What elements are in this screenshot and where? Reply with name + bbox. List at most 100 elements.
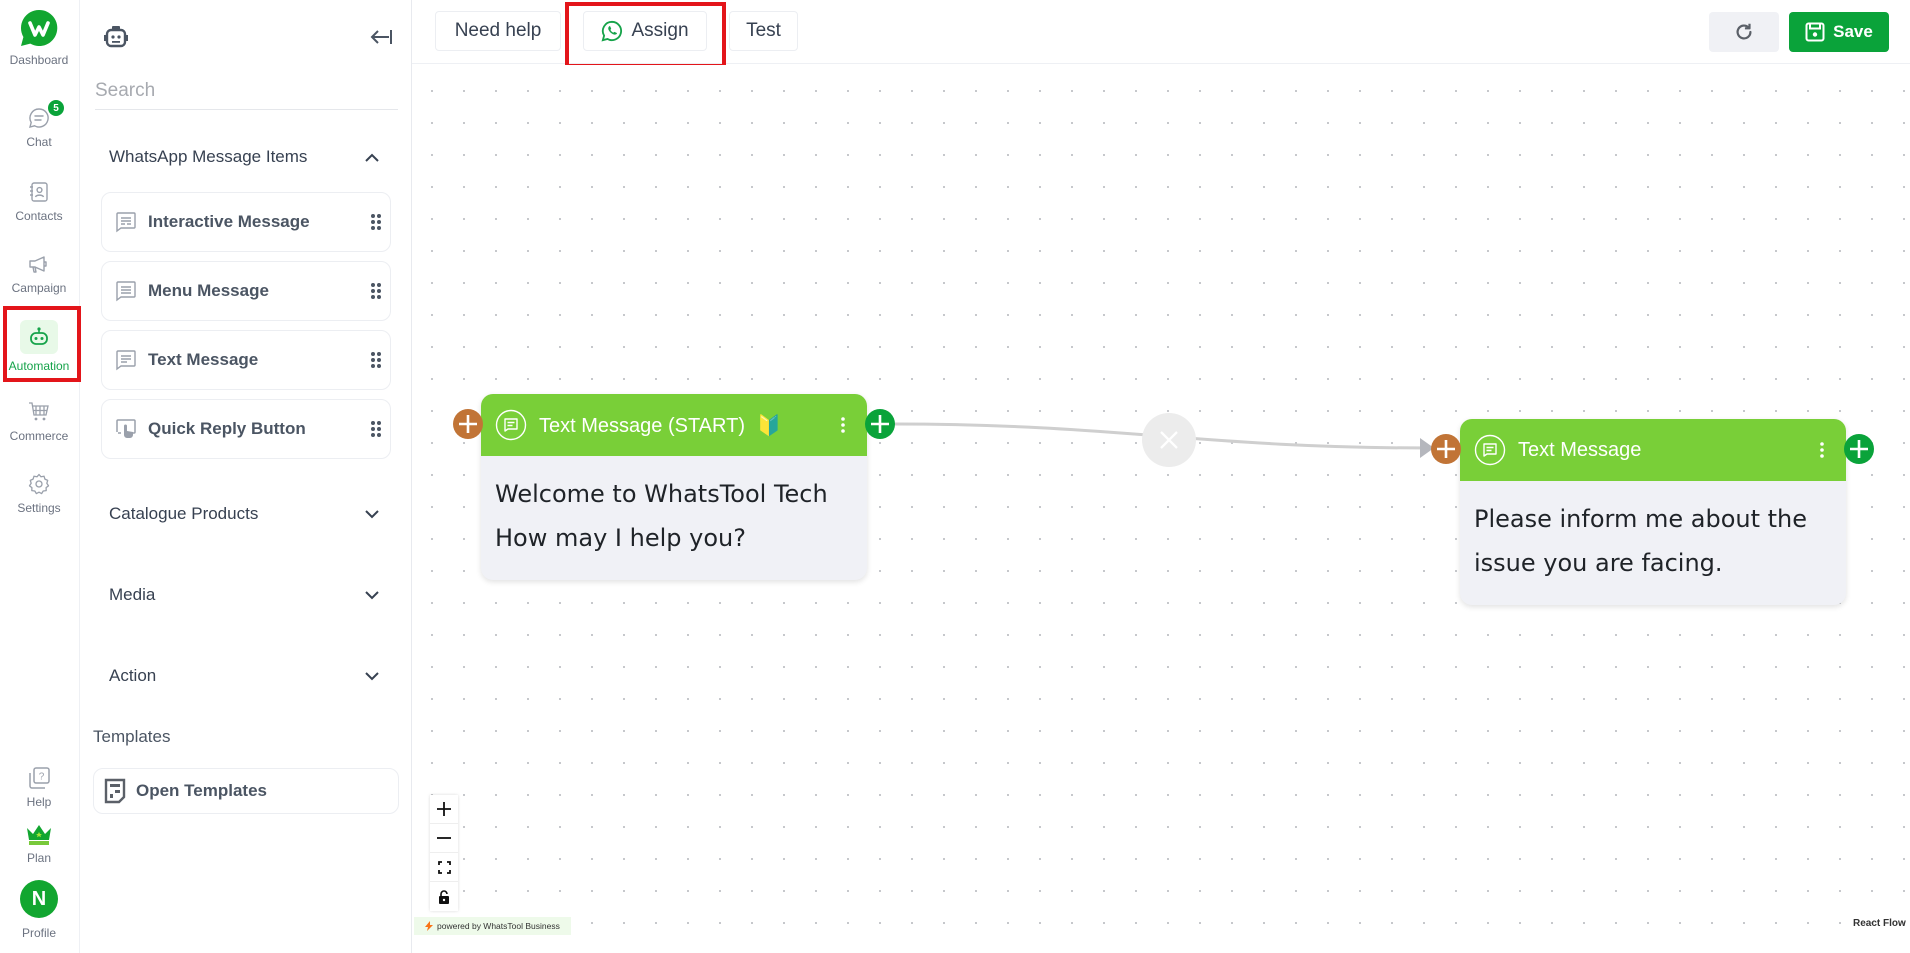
section-media[interactable]: Media (109, 580, 379, 610)
floppy-disk-icon (1805, 22, 1825, 42)
powered-by-label: powered by WhatsTool Business (414, 917, 571, 935)
save-button[interactable]: Save (1789, 12, 1889, 52)
templates-heading: Templates (93, 727, 171, 746)
canvas-controls (430, 795, 458, 911)
node-menu-button[interactable] (831, 417, 855, 433)
node-body: Welcome to WhatsTool Tech How may I help… (481, 456, 867, 580)
avatar: N (20, 880, 58, 918)
node-body-line: issue you are facing. (1474, 549, 1723, 577)
node-start-output-handle[interactable] (865, 409, 895, 439)
gear-icon (28, 473, 50, 495)
megaphone-icon (29, 256, 47, 273)
whatstool-logo-icon (20, 9, 58, 46)
start-badge-icon: 🔰 (756, 414, 782, 437)
drag-handle-icon[interactable] (370, 213, 382, 231)
react-flow-attribution[interactable]: React Flow (1853, 918, 1906, 929)
powered-by-text: powered by WhatsTool Business (437, 921, 560, 931)
flow-node-start[interactable]: Text Message (START) 🔰 Welcome to WhatsT… (481, 394, 867, 580)
palette-item-text-message[interactable]: Text Message (101, 330, 391, 390)
section-action[interactable]: Action (109, 661, 379, 691)
nav-contacts[interactable]: Contacts (0, 180, 78, 223)
node-title: Text Message (START) 🔰 (539, 413, 831, 438)
drag-handle-icon[interactable] (370, 282, 382, 300)
node-menu-button[interactable] (1810, 442, 1834, 458)
zoom-in-button[interactable] (430, 795, 458, 824)
nav-dashboard[interactable]: Dashboard (0, 8, 78, 67)
nav-commerce[interactable]: Commerce (0, 400, 78, 443)
svg-text:?: ? (39, 772, 45, 783)
nav-settings[interactable]: Settings (0, 472, 78, 515)
nav-profile[interactable]: N Profile (0, 880, 78, 940)
node-body-line: Please inform me about the (1474, 505, 1808, 533)
bot-icon (104, 26, 128, 48)
palette-item-interactive-message[interactable]: Interactive Message (101, 192, 391, 252)
node-start-input-handle[interactable] (453, 409, 483, 439)
need-help-button[interactable]: Need help (435, 11, 561, 51)
open-templates-button[interactable]: Open Templates (93, 768, 399, 814)
refresh-icon (1736, 23, 1752, 40)
nav-plan[interactable]: Plan (0, 824, 78, 865)
main-nav: Dashboard 5 Chat Contacts Campaign Autom… (0, 0, 81, 953)
plus-icon (437, 802, 451, 816)
plus-icon (1437, 440, 1455, 458)
drag-handle-icon[interactable] (370, 420, 382, 438)
palette-item-menu-message[interactable]: Menu Message (101, 261, 391, 321)
section-catalogue-products[interactable]: Catalogue Products (109, 499, 379, 529)
robot-icon (30, 327, 48, 345)
touch-button-icon (116, 419, 136, 438)
contacts-icon (30, 182, 48, 202)
nav-label: Commerce (9, 429, 69, 443)
nav-automation[interactable]: Automation (0, 320, 78, 373)
node-body-line: Welcome to WhatsTool Tech (495, 480, 828, 508)
section-title: WhatsApp Message Items (109, 147, 308, 166)
message-icon (116, 281, 136, 302)
assign-label: Assign (631, 20, 689, 41)
minus-icon (437, 837, 451, 839)
flow-node-text-message[interactable]: Text Message Please inform me about the … (1460, 419, 1846, 605)
automation-icon-box (20, 320, 58, 354)
collapse-left-icon (370, 30, 392, 44)
node-2-output-handle[interactable] (1844, 434, 1874, 464)
delete-edge-button[interactable] (1142, 413, 1196, 467)
nav-label: Chat (26, 135, 52, 149)
template-icon (104, 778, 126, 804)
kebab-menu-icon (1820, 442, 1824, 458)
unlock-icon (439, 889, 449, 904)
plus-icon (1850, 440, 1868, 458)
fit-view-button[interactable] (430, 853, 458, 882)
help-icon: ? (29, 767, 50, 789)
node-2-input-handle[interactable] (1431, 434, 1461, 464)
zoom-out-button[interactable] (430, 824, 458, 853)
chevron-down-icon (365, 671, 379, 680)
chevron-down-icon (365, 590, 379, 599)
section-whatsapp-message-items[interactable]: WhatsApp Message Items (109, 142, 379, 172)
message-circle-icon (1474, 434, 1506, 466)
nav-chat[interactable]: 5 Chat (0, 100, 78, 149)
nav-campaign[interactable]: Campaign (0, 252, 78, 295)
test-button[interactable]: Test (729, 11, 798, 51)
node-header[interactable]: Text Message (START) 🔰 (481, 394, 867, 456)
nav-label: Automation (8, 359, 70, 373)
palette-item-quick-reply-button[interactable]: Quick Reply Button (101, 399, 391, 459)
palette-item-label: Text Message (148, 350, 259, 369)
app-root: Dashboard 5 Chat Contacts Campaign Autom… (0, 0, 1910, 953)
assign-button[interactable]: Assign (583, 11, 707, 51)
nav-label: Profile (21, 926, 56, 940)
node-header[interactable]: Text Message (1460, 419, 1846, 481)
drag-handle-icon[interactable] (370, 351, 382, 369)
close-icon (1160, 431, 1178, 449)
nav-label: Help (26, 795, 52, 809)
whatsapp-icon (601, 20, 623, 42)
palette-item-label: Interactive Message (148, 212, 310, 231)
section-title: Action (109, 666, 157, 685)
refresh-button[interactable] (1709, 12, 1779, 52)
node-body-line: How may I help you? (495, 524, 746, 552)
plus-icon (459, 415, 477, 433)
toggle-interactivity-button[interactable] (430, 882, 458, 911)
node-title: Text Message (1518, 438, 1642, 461)
node-search-input[interactable] (95, 72, 398, 110)
palette-item-label: Quick Reply Button (148, 419, 306, 438)
save-label: Save (1833, 22, 1873, 41)
collapse-panel-button[interactable] (369, 28, 393, 51)
nav-help[interactable]: ? Help (0, 766, 78, 809)
